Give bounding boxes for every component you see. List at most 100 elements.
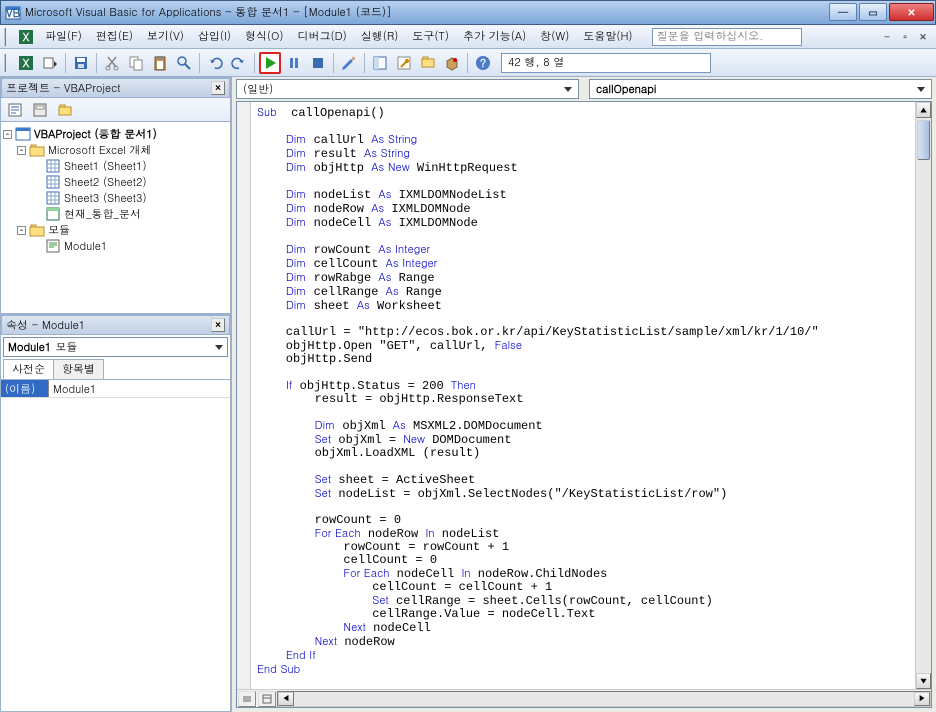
property-name: (이름) (1, 380, 49, 397)
properties-tab-categorized[interactable]: 항목별 (53, 359, 104, 379)
properties-object-combo[interactable]: Module1 모듈 (3, 337, 228, 357)
menu-run[interactable]: 실행(R) (354, 26, 406, 47)
save-icon[interactable] (70, 52, 92, 74)
scroll-left-icon[interactable]: ◀ (278, 692, 294, 706)
code-margin[interactable] (237, 102, 251, 689)
menu-addins[interactable]: 추가 기능(A) (456, 26, 533, 47)
toolbar-grip[interactable] (4, 54, 10, 72)
menu-file[interactable]: 파일(F) (38, 26, 89, 47)
expand-toggle-icon[interactable]: - (17, 226, 26, 235)
svg-text:X: X (22, 30, 30, 45)
run-icon[interactable] (259, 52, 281, 74)
vertical-scrollbar[interactable]: ▲ ▼ (915, 102, 931, 689)
sheet-icon (45, 175, 61, 189)
project-tree[interactable]: -VBAProject (통합 문서1) -Microsoft Excel 개체… (1, 122, 230, 313)
scroll-right-icon[interactable]: ▶ (914, 692, 930, 706)
app-icon: VB (5, 5, 21, 21)
property-row[interactable]: (이름) Module1 (1, 380, 230, 398)
toolbar: X ? (0, 49, 936, 77)
menu-bar: X 파일(F) 편집(E) 보기(V) 삽입(I) 형식(O) 디버그(D) 실… (0, 25, 936, 49)
code-editor[interactable]: Sub callOpenapi() Dim callUrl As String … (251, 102, 931, 689)
help-icon[interactable]: ? (472, 52, 494, 74)
tree-module1[interactable]: Module1 (64, 239, 107, 254)
properties-object-name: Module1 (8, 340, 51, 355)
code-window: Sub callOpenapi() Dim callUrl As String … (236, 101, 932, 708)
sheet-icon (45, 159, 61, 173)
menu-insert[interactable]: 삽입(I) (191, 26, 238, 47)
mdi-restore-button[interactable]: ▫ (898, 30, 912, 44)
cut-icon[interactable] (101, 52, 123, 74)
tree-modules-folder[interactable]: 모듈 (48, 223, 70, 238)
full-module-view-icon[interactable] (258, 691, 276, 707)
menu-tools[interactable]: 도구(T) (405, 26, 456, 47)
object-combo-value: (일반) (243, 82, 273, 97)
tree-workbook[interactable]: 현재_통합_문서 (64, 207, 141, 222)
expand-toggle-icon[interactable]: - (17, 146, 26, 155)
dropdown-icon (215, 345, 223, 350)
menu-format[interactable]: 형식(O) (238, 26, 291, 47)
procedure-combo[interactable]: callOpenapi (589, 79, 932, 99)
view-code-icon[interactable] (4, 100, 26, 120)
sheet-icon (45, 191, 61, 205)
procedure-combo-value: callOpenapi (596, 82, 656, 97)
break-icon[interactable] (283, 52, 305, 74)
maximize-button[interactable]: ▭ (859, 3, 887, 21)
scroll-thumb[interactable] (917, 120, 930, 160)
properties-window-icon[interactable] (393, 52, 415, 74)
properties-grid[interactable]: (이름) Module1 (1, 380, 230, 711)
paste-icon[interactable] (149, 52, 171, 74)
expand-toggle-icon[interactable]: - (3, 130, 12, 139)
view-object-icon[interactable] (29, 100, 51, 120)
toggle-folders-icon[interactable] (54, 100, 76, 120)
find-icon[interactable] (173, 52, 195, 74)
project-panel-close-icon[interactable]: × (211, 81, 225, 95)
title-bar: VB Microsoft Visual Basic for Applicatio… (0, 0, 936, 25)
menu-view[interactable]: 보기(V) (140, 26, 191, 47)
property-value[interactable]: Module1 (49, 380, 230, 397)
reset-icon[interactable] (307, 52, 329, 74)
project-explorer-panel: 프로젝트 - VBAProject × -VBAProject (통합 문서1)… (0, 77, 231, 314)
tree-sheet1[interactable]: Sheet1 (Sheet1) (64, 159, 147, 174)
redo-icon[interactable] (228, 52, 250, 74)
project-explorer-icon[interactable] (369, 52, 391, 74)
folder-icon (29, 143, 45, 157)
menu-help[interactable]: 도움말(H) (576, 26, 639, 47)
svg-text:?: ? (480, 56, 486, 71)
project-panel-title: 프로젝트 - VBAProject (6, 81, 211, 96)
svg-text:X: X (22, 56, 30, 71)
menu-window[interactable]: 창(W) (533, 26, 576, 47)
properties-panel-close-icon[interactable]: × (211, 318, 225, 332)
help-search-input[interactable] (652, 28, 802, 46)
minimize-button[interactable]: ─ (829, 3, 857, 21)
dropdown-icon (917, 87, 925, 92)
object-combo[interactable]: (일반) (236, 79, 579, 99)
window-controls: ─ ▭ ✕ (828, 1, 935, 24)
tree-project-root[interactable]: VBAProject (통합 문서1) (34, 127, 157, 142)
menu-grip[interactable] (4, 28, 10, 46)
object-browser-icon[interactable] (417, 52, 439, 74)
folder-icon (29, 223, 45, 237)
workbook-icon (45, 207, 61, 221)
view-excel-icon[interactable]: X (15, 52, 37, 74)
scroll-down-icon[interactable]: ▼ (916, 673, 931, 689)
design-mode-icon[interactable] (338, 52, 360, 74)
scroll-up-icon[interactable]: ▲ (916, 102, 931, 118)
window-title: Microsoft Visual Basic for Applications … (25, 5, 828, 20)
tree-sheet3[interactable]: Sheet3 (Sheet3) (64, 191, 147, 206)
undo-icon[interactable] (204, 52, 226, 74)
procedure-view-icon[interactable] (238, 691, 256, 707)
tree-sheet2[interactable]: Sheet2 (Sheet2) (64, 175, 147, 190)
copy-icon[interactable] (125, 52, 147, 74)
insert-dropdown-icon[interactable] (39, 52, 61, 74)
menu-debug[interactable]: 디버그(D) (291, 26, 354, 47)
close-button[interactable]: ✕ (889, 3, 934, 21)
mdi-close-button[interactable]: ✕ (916, 30, 930, 44)
horizontal-scrollbar[interactable]: ◀ ▶ (277, 691, 931, 707)
menu-edit[interactable]: 편집(E) (89, 26, 140, 47)
properties-tab-alphabetic[interactable]: 사전순 (3, 359, 54, 379)
excel-icon[interactable]: X (15, 26, 37, 48)
cursor-position-box[interactable] (501, 53, 711, 73)
tree-excel-objects[interactable]: Microsoft Excel 개체 (48, 143, 152, 158)
mdi-minimize-button[interactable]: - (880, 30, 894, 44)
toolbox-icon[interactable] (441, 52, 463, 74)
